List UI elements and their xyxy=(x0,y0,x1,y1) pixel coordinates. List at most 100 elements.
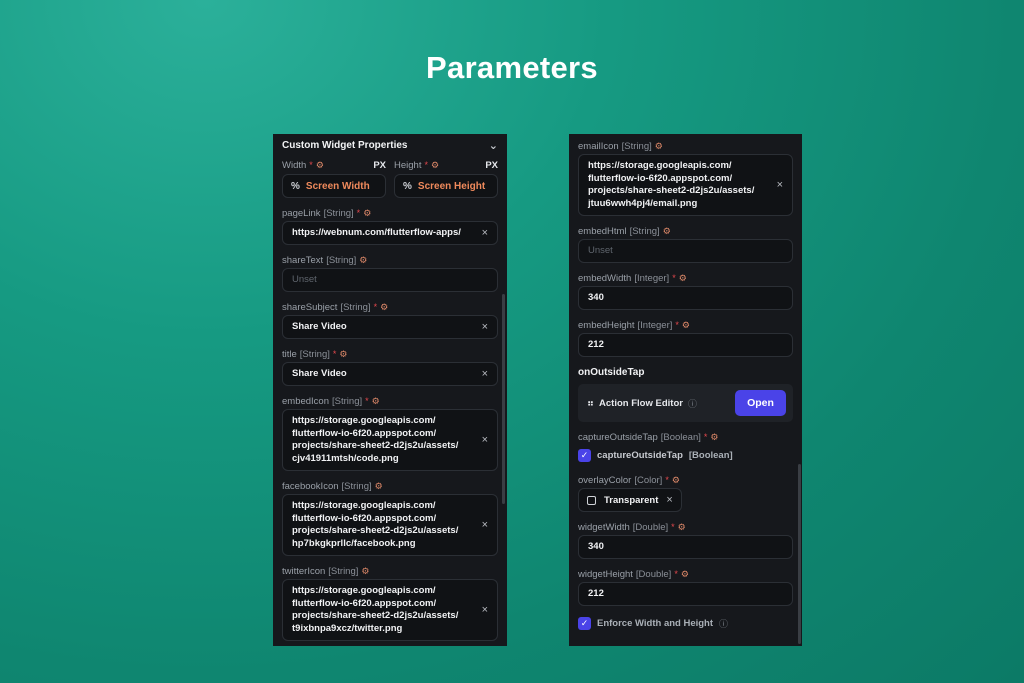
page-title: Parameters xyxy=(426,50,598,85)
tune-icon[interactable]: ⚙ xyxy=(363,208,371,219)
sharetext-placeholder: Unset xyxy=(292,273,317,285)
url-line: projects/share-sheet2-d2js2u/assets/ xyxy=(588,185,755,196)
height-label: Height xyxy=(394,159,422,171)
open-button[interactable]: Open xyxy=(735,390,786,416)
url-line: flutterflow-io-6f20.appspot.com/ xyxy=(292,597,437,609)
chevron-down-icon[interactable]: ⌄ xyxy=(489,139,498,152)
embedwidth-value: 340 xyxy=(588,291,604,303)
checkbox-type: [Boolean] xyxy=(688,449,733,461)
tune-icon[interactable]: ⚙ xyxy=(339,349,347,360)
url-line: https://storage.googleapis.com/ xyxy=(588,160,732,171)
embedheight-input[interactable]: 212 xyxy=(578,333,793,357)
embedhtml-placeholder: Unset xyxy=(588,244,613,256)
param-name: captureOutsideTap xyxy=(578,431,658,443)
required-marker: * xyxy=(665,475,669,485)
param-type: [String] xyxy=(299,348,330,360)
sharetext-input[interactable]: Unset xyxy=(282,268,498,292)
embedicon-input[interactable]: https://storage.googleapis.com/ flutterf… xyxy=(282,409,498,471)
tune-icon[interactable]: ⚙ xyxy=(361,566,369,577)
url-line: projects/share-sheet2-d2js2u/assets/ xyxy=(292,610,459,621)
tune-icon[interactable]: ⚙ xyxy=(681,569,689,580)
param-type: [String] xyxy=(341,480,372,492)
close-icon[interactable]: × xyxy=(482,227,488,239)
close-icon[interactable]: × xyxy=(482,368,488,380)
overlay-color-value: Transparent xyxy=(604,494,659,506)
width-unit[interactable]: PX xyxy=(373,160,386,171)
tune-icon[interactable]: ⚙ xyxy=(655,141,663,152)
required-marker: * xyxy=(703,432,708,442)
tune-icon[interactable]: ⚙ xyxy=(316,160,324,171)
height-unit[interactable]: PX xyxy=(485,160,498,171)
screen-height-label: Screen Height xyxy=(417,180,486,192)
url-line: https://storage.googleapis.com/ xyxy=(292,415,436,426)
scrollbar[interactable] xyxy=(502,294,505,504)
capture-outside-tap-checkbox-row[interactable]: ✓ captureOutsideTap [Boolean] xyxy=(578,445,793,465)
required-marker: * xyxy=(332,349,337,359)
info-icon[interactable]: ⓘ xyxy=(719,617,728,630)
param-name: pageLink xyxy=(282,207,321,219)
tune-icon[interactable]: ⚙ xyxy=(678,522,686,533)
info-icon[interactable]: ⓘ xyxy=(688,397,697,410)
embedwidth-input[interactable]: 340 xyxy=(578,286,793,310)
screen-height-chip[interactable]: % Screen Height xyxy=(394,174,498,198)
tune-icon[interactable]: ⚙ xyxy=(375,481,383,492)
param-name: widgetHeight xyxy=(578,568,633,580)
scrollbar[interactable] xyxy=(798,464,801,644)
overlay-color-chip[interactable]: Transparent × xyxy=(578,488,682,512)
param-type: [String] xyxy=(621,140,652,152)
param-type: [Color] xyxy=(634,474,663,486)
embedhtml-input[interactable]: Unset xyxy=(578,239,793,263)
sharesubject-input[interactable]: Share Video × xyxy=(282,315,498,339)
panel-header[interactable]: Custom Widget Properties ⌄ xyxy=(273,134,507,156)
tune-icon[interactable]: ⚙ xyxy=(663,226,671,237)
pagelink-value: https://webnum.com/flutterflow-apps/ xyxy=(292,226,461,238)
param-name: embedWidth xyxy=(578,272,632,284)
tune-icon[interactable]: ⚙ xyxy=(372,396,380,407)
percent-icon: % xyxy=(291,180,300,192)
param-name: widgetWidth xyxy=(578,521,630,533)
title-value: Share Video xyxy=(292,367,347,379)
param-type: [Boolean] xyxy=(660,431,701,443)
close-icon[interactable]: × xyxy=(666,494,672,506)
param-name: shareSubject xyxy=(282,301,338,313)
checkbox-checked[interactable]: ✓ xyxy=(578,616,591,630)
screen-width-chip[interactable]: % Screen Width xyxy=(282,174,386,198)
url-line: t9ixbnpa9xcz/twitter.png xyxy=(292,622,403,634)
custom-widget-properties-panel: Custom Widget Properties ⌄ Width * ⚙ PX % … xyxy=(273,134,507,646)
tune-icon[interactable]: ⚙ xyxy=(431,160,439,171)
parameters-panel-continued: emailIcon [String] ⚙ https://storage.googl… xyxy=(569,134,802,646)
close-icon[interactable]: × xyxy=(482,434,488,446)
title-input[interactable]: Share Video × xyxy=(282,362,498,386)
tune-icon[interactable]: ⚙ xyxy=(359,255,367,266)
tune-icon[interactable]: ⚙ xyxy=(710,432,718,443)
widgetheight-value: 212 xyxy=(588,587,604,599)
param-name: embedHtml xyxy=(578,225,627,237)
close-icon[interactable]: × xyxy=(482,519,488,531)
widgetwidth-input[interactable]: 340 xyxy=(578,535,793,559)
color-swatch xyxy=(587,495,596,505)
close-icon[interactable]: × xyxy=(777,179,783,191)
required-marker: * xyxy=(356,208,361,218)
pagelink-input[interactable]: https://webnum.com/flutterflow-apps/ × xyxy=(282,221,498,245)
emailicon-input[interactable]: https://storage.googleapis.com/ flutterf… xyxy=(578,154,793,216)
url-line: hp7bkgkprllc/facebook.png xyxy=(292,537,416,549)
facebookicon-input[interactable]: https://storage.googleapis.com/ flutterf… xyxy=(282,494,498,556)
param-name: embedHeight xyxy=(578,319,635,331)
param-type: [String] xyxy=(323,207,354,219)
close-icon[interactable]: × xyxy=(482,321,488,333)
param-name: twitterIcon xyxy=(282,565,326,577)
widgetheight-input[interactable]: 212 xyxy=(578,582,793,606)
tune-icon[interactable]: ⚙ xyxy=(672,475,680,486)
checkbox-checked[interactable]: ✓ xyxy=(578,448,591,462)
required-marker: * xyxy=(365,396,369,406)
param-name: embedIcon xyxy=(282,395,330,407)
twittericon-input[interactable]: https://storage.googleapis.com/ flutterf… xyxy=(282,579,498,641)
param-type: [String] xyxy=(332,395,363,407)
param-type: [Integer] xyxy=(637,319,673,331)
enforce-size-checkbox-row[interactable]: ✓ Enforce Width and Height ⓘ xyxy=(578,613,793,633)
close-icon[interactable]: × xyxy=(482,604,488,616)
tune-icon[interactable]: ⚙ xyxy=(679,273,687,284)
tune-icon[interactable]: ⚙ xyxy=(380,302,388,313)
checkbox-label: captureOutsideTap xyxy=(597,449,683,461)
tune-icon[interactable]: ⚙ xyxy=(682,320,690,331)
